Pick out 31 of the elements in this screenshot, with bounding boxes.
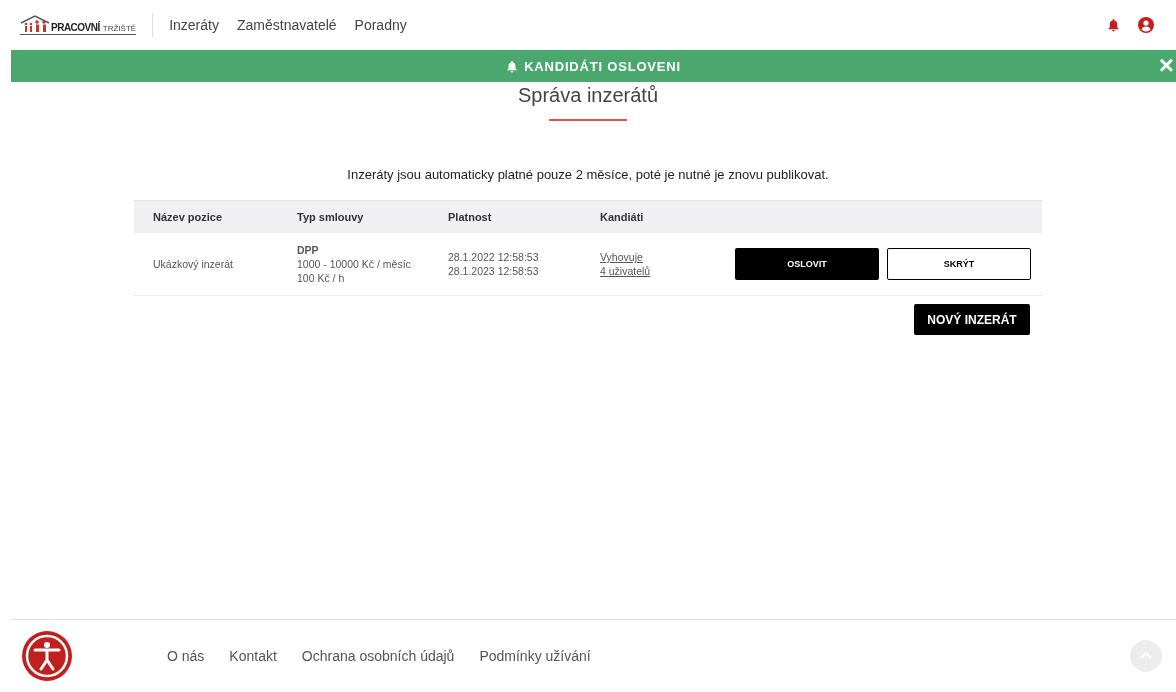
contract-type: DPP [297, 243, 320, 257]
action-button[interactable]: SKRÝT [887, 248, 1031, 280]
column-header: Název pozice [152, 211, 224, 223]
new-listing-button[interactable]: NOVÝ INZERÁT [914, 304, 1030, 335]
action-button[interactable]: OSLOVIT [735, 248, 879, 280]
date-text: 28.1.2023 12:58:53 [448, 264, 540, 278]
column-header: Platnost [448, 211, 493, 223]
column-header: Kandiáti [600, 211, 645, 223]
bell-icon [506, 59, 519, 73]
candidates-link[interactable]: 4 uživatelů [600, 264, 735, 278]
banner-message: KANDIDÁTI OSLOVENI [524, 58, 681, 74]
accessibility-icon[interactable] [21, 630, 73, 682]
site-logo[interactable]: PRACOVNÍ TRŽIŠTĚ [20, 15, 137, 35]
footer-link[interactable]: Kontakt [229, 648, 277, 664]
salary-text: 1000 - 10000 Kč / měsíc [297, 257, 412, 271]
candidates-link[interactable]: Vyhovuje [600, 250, 735, 264]
column-header: Typ smlouvy [297, 211, 365, 223]
footer-link[interactable]: Podmínky užívání [479, 648, 591, 664]
footer-link[interactable]: Ochrana osobních údajů [301, 648, 455, 664]
user-icon[interactable] [1138, 17, 1154, 33]
date-text: 28.1.2022 12:58:53 [448, 250, 540, 264]
nav-link[interactable]: Poradny [354, 17, 407, 33]
position-name: Ukázkový inzerát [152, 258, 234, 270]
salary-text: 100 Kč / h [297, 271, 346, 285]
footer-link[interactable]: O nás [167, 648, 205, 664]
bell-icon[interactable] [1107, 18, 1120, 32]
family-house-icon [20, 15, 50, 33]
nav-link[interactable]: Inzeráty [169, 17, 219, 33]
nav-link[interactable]: Zaměstnavatelé [236, 17, 337, 33]
notice-text: Inzeráty jsou automaticky platné pouze 2 měsíce, poté je nutné je znovu publikovat. [347, 167, 829, 182]
page-heading: Správa inzerátů [517, 84, 659, 107]
